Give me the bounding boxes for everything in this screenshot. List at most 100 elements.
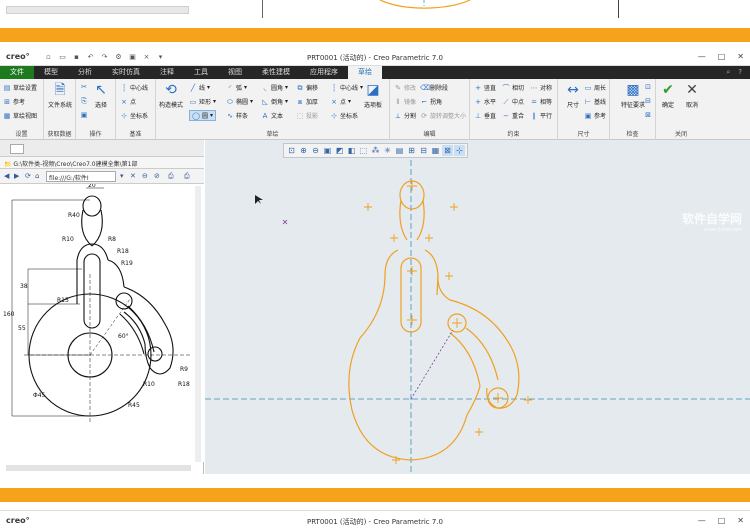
graphics-area[interactable]: ⊡ ⊕ ⊖ ▣ ◩ ◧ ⬚ ⁂ ✳ ▤ ⊞ ⊟ ▦ ⊠ ⊹ 软件自学网 www.… — [205, 140, 750, 474]
inspect-tool-icon[interactable]: ⊡ — [644, 83, 652, 91]
references-button[interactable]: ⊞ 参考 — [3, 97, 25, 107]
line-button[interactable]: ╱ 线 ▾ — [189, 83, 210, 93]
tab-sketch[interactable]: 草绘 — [348, 66, 382, 79]
text-icon: A — [262, 111, 268, 120]
datum-centerline-button[interactable]: ┆ 中心线 — [120, 83, 148, 93]
feature-requirements-icon: ▩ — [626, 82, 640, 98]
minimize-button[interactable]: — — [698, 52, 706, 61]
window-controls: — □ ✕ — [698, 516, 744, 525]
tab-applications[interactable]: 应用程序 — [300, 66, 348, 79]
group-inspect: ▩ 特征要求 ⊡ ⊟ ⊠ 检查 — [610, 79, 656, 140]
print-icon[interactable]: ⎙ — [168, 172, 174, 181]
minimize-button[interactable]: — — [698, 516, 706, 525]
nav-icon[interactable]: ⊖ — [142, 172, 148, 180]
offset-button[interactable]: ⧉ 偏移 — [296, 83, 319, 93]
chamfer-button[interactable]: ◺ 倒角 ▾ — [261, 97, 288, 107]
construction-mode-button[interactable]: ⟲ 构造模式 — [156, 82, 186, 109]
ok-button[interactable]: ✔ 确定 — [656, 82, 680, 109]
maximize-button[interactable]: □ — [718, 516, 726, 525]
dropdown-icon[interactable]: ▾ — [120, 172, 124, 180]
midpoint-constraint-button[interactable]: ⟋ 中点 — [502, 97, 524, 107]
paste-icon[interactable]: ▣ — [80, 111, 88, 119]
chamfer-icon: ◺ — [262, 97, 268, 106]
print-icon[interactable]: ⎙ — [184, 172, 190, 181]
tab-file[interactable]: 文件 — [0, 66, 34, 79]
close-button[interactable]: ✕ — [737, 52, 744, 61]
file-system-button[interactable]: 🗎 文件系统 — [45, 82, 75, 109]
dim-38: 38 — [20, 283, 28, 290]
coordinate-system-icon: ⊹ — [121, 111, 127, 120]
maximize-button[interactable]: □ — [718, 52, 726, 61]
coincident-constraint-button[interactable]: − 重合 — [502, 111, 524, 121]
browser-tabs — [0, 140, 204, 157]
tab-view[interactable]: 视图 — [218, 66, 252, 79]
equal-icon: = — [531, 97, 537, 106]
corner-button[interactable]: ⌐ 拐角 — [420, 97, 442, 107]
fillet-button[interactable]: ◟ 圆角 ▾ — [261, 83, 288, 93]
project-button[interactable]: ⬚ 投影 — [296, 111, 318, 121]
search-icon[interactable]: ⌕ — [726, 68, 730, 77]
arc-button[interactable]: ◜ 弧 ▾ — [226, 83, 247, 93]
forward-icon[interactable]: ▶ — [14, 172, 19, 180]
dim-20: 20 — [88, 184, 96, 189]
inspect-tool-icon[interactable]: ⊠ — [644, 111, 652, 119]
select-button[interactable]: ↖ 选择 — [86, 82, 116, 109]
rectangle-button[interactable]: ▭ 矩形 ▾ — [189, 97, 216, 107]
sketch-canvas — [205, 160, 750, 474]
dim-r45: R45 — [128, 402, 140, 409]
modify-button[interactable]: ✎ 修改 — [394, 83, 416, 93]
horizontal-constraint-button[interactable]: + 水平 — [474, 97, 496, 107]
tab-live-simulation[interactable]: 实时仿真 — [102, 66, 150, 79]
symmetric-constraint-button[interactable]: ⋯ 对称 — [530, 83, 553, 93]
coordinate-system-button[interactable]: ⊹ 坐标系 — [330, 111, 358, 121]
dim-r8: R8 — [108, 236, 116, 243]
baseline-button[interactable]: ⊢ 基线 — [584, 97, 606, 107]
mirror-button[interactable]: ⫴ 镜像 — [394, 97, 417, 107]
vertical-constraint-button[interactable]: + 竖直 — [474, 83, 496, 93]
point-button[interactable]: × 点 ▾ — [330, 97, 351, 107]
tab-model[interactable]: 模型 — [34, 66, 68, 79]
nav-icon[interactable]: ⊘ — [154, 172, 160, 180]
circle-button[interactable]: ◯ 圆 ▾ — [189, 110, 217, 121]
text-button[interactable]: A 文本 — [261, 111, 283, 121]
check-icon: ✔ — [662, 82, 674, 98]
tab-flexible-modeling[interactable]: 柔性建模 — [252, 66, 300, 79]
reference-dimension-button[interactable]: ▣ 参考 — [584, 111, 606, 121]
datum-coordsys-button[interactable]: ⊹ 坐标系 — [120, 111, 148, 121]
browser-tab[interactable] — [10, 144, 24, 154]
next-frame-strip: creo° PRT0001 (活动的) - Creo Parametric 7.… — [0, 510, 750, 532]
datum-point-button[interactable]: × 点 — [120, 97, 136, 107]
midpoint-icon: ⟋ — [503, 97, 509, 106]
perimeter-icon: ▭ — [584, 83, 592, 92]
vertical-scrollbar[interactable] — [195, 186, 201, 462]
inspect-tool-icon[interactable]: ⊟ — [644, 97, 652, 105]
tab-tools[interactable]: 工具 — [184, 66, 218, 79]
perpendicular-constraint-button[interactable]: ⊥ 垂直 — [474, 111, 496, 121]
stop-icon[interactable]: ✕ — [130, 172, 136, 180]
spline-button[interactable]: ∿ 样条 — [226, 111, 248, 121]
refresh-icon[interactable]: ⟳ — [25, 172, 31, 180]
palette-button[interactable]: ◪ 选项板 — [358, 82, 388, 109]
sketch-setup-button[interactable]: ▤ 草绘设置 — [3, 83, 37, 93]
address-field[interactable]: file:///G:/软件I — [46, 171, 116, 182]
tab-analysis[interactable]: 分析 — [68, 66, 102, 79]
equal-constraint-button[interactable]: = 相等 — [530, 97, 552, 107]
horizontal-scrollbar[interactable] — [6, 465, 191, 471]
tangent-constraint-button[interactable]: ⌒ 相切 — [502, 83, 525, 93]
divide-button[interactable]: ⟂ 分割 — [394, 111, 416, 121]
thicken-button[interactable]: ⧈ 加厚 — [296, 97, 318, 107]
help-icon[interactable]: ? — [738, 68, 742, 77]
sketch-view-button[interactable]: ▦ 草绘视图 — [3, 111, 37, 121]
cancel-button[interactable]: ✕ 取消 — [680, 82, 704, 109]
perimeter-button[interactable]: ▭ 周长 — [584, 83, 606, 93]
rotate-resize-button[interactable]: ⟳ 旋转调整大小 — [420, 111, 466, 121]
home-icon[interactable]: ⌂ — [35, 172, 39, 180]
close-button[interactable]: ✕ — [737, 516, 744, 525]
delete-segment-button[interactable]: ⌫ 删除段 — [420, 83, 448, 93]
ellipse-button[interactable]: ⬭ 椭圆 ▾ — [226, 97, 253, 107]
back-icon[interactable]: ◀ — [4, 172, 9, 180]
symmetric-icon: ⋯ — [530, 83, 538, 92]
line-icon: ╱ — [190, 83, 196, 92]
tab-annotate[interactable]: 注释 — [150, 66, 184, 79]
parallel-constraint-button[interactable]: ∥ 平行 — [530, 111, 552, 121]
